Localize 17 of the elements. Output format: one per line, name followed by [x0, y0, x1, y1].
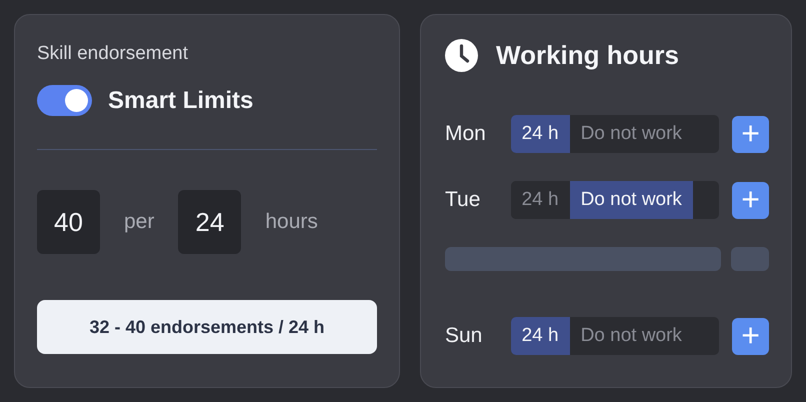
toggle-label: Smart Limits	[108, 86, 254, 114]
hours-option[interactable]: Do not work	[570, 181, 693, 219]
placeholder-bar	[731, 247, 769, 271]
clock-icon	[445, 39, 478, 72]
per-label: per	[124, 210, 154, 234]
day-label: Sun	[445, 324, 484, 348]
summary-button[interactable]: 32 - 40 endorsements / 24 h	[37, 300, 377, 354]
unit-label: hours	[265, 210, 318, 234]
day-label: Mon	[445, 122, 487, 146]
hours-option[interactable]: 24 h	[510, 317, 570, 355]
day-label: Tue	[445, 188, 482, 212]
count-field[interactable]: 40	[37, 190, 100, 254]
card-title: Working hours	[496, 40, 679, 71]
card-title: Skill endorsement	[37, 43, 190, 65]
toggle-switch[interactable]	[37, 85, 92, 116]
hours-option[interactable]: 24 h	[510, 115, 570, 153]
period-field[interactable]: 24	[178, 190, 242, 254]
